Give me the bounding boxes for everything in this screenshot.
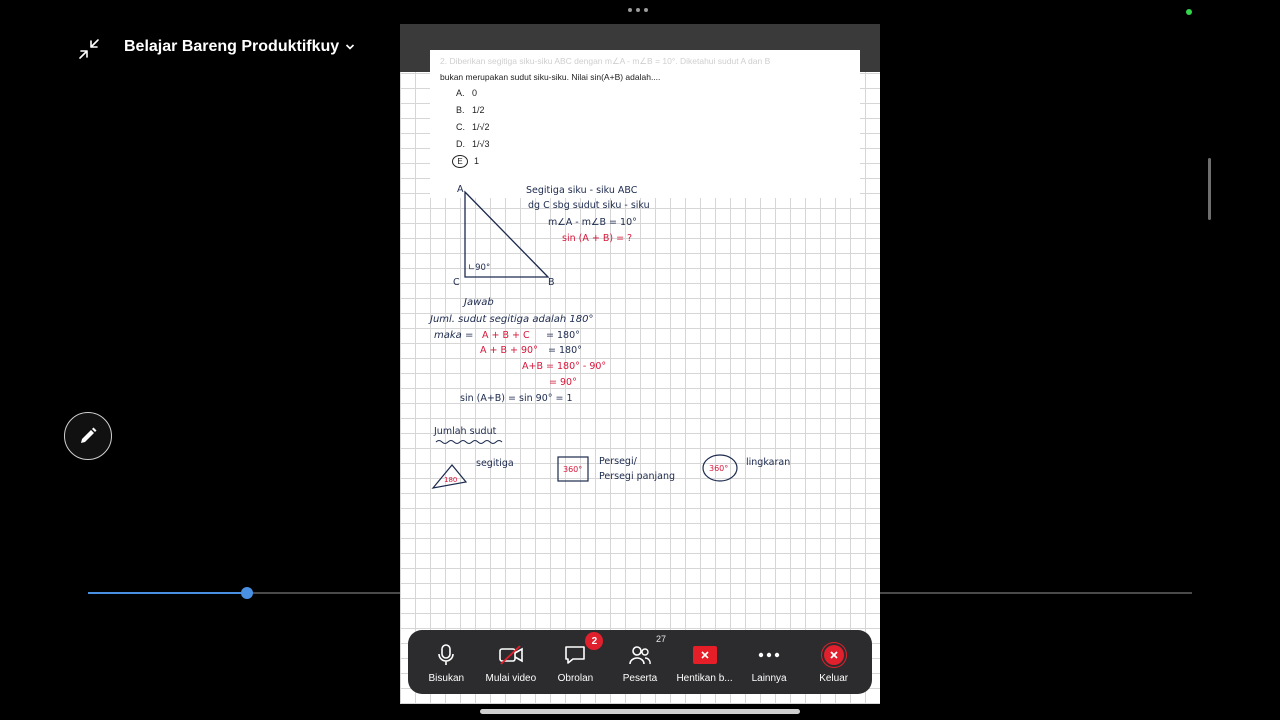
bottom-scroll-indicator[interactable] — [480, 709, 800, 714]
triangle-label: segitiga — [476, 458, 514, 469]
solution-line-4: A+B = 180° - 90° — [522, 361, 606, 372]
given-line-2: dg C sbg sudut siku - siku — [528, 200, 650, 211]
right-angle-label: ∟90° — [468, 263, 490, 273]
vertex-b-label: B — [548, 277, 555, 288]
start-video-button[interactable]: Mulai video — [480, 630, 542, 684]
solution-line-3-suffix: = 180° — [548, 345, 582, 356]
circle-value: 360° — [709, 464, 728, 473]
mute-button[interactable]: Bisukan — [415, 630, 477, 684]
square-value: 360° — [563, 465, 582, 474]
stop-share-button[interactable]: Hentikan b... — [674, 630, 736, 684]
solution-line-6: sin (A+B) = sin 90° = 1 — [460, 393, 573, 404]
circle-label: lingkaran — [746, 457, 790, 468]
square-label-1: Persegi/ — [599, 456, 638, 467]
asked-line: sin (A + B) = ? — [562, 233, 632, 244]
meeting-title: Belajar Bareng Produktifkuy — [124, 38, 340, 55]
leave-icon — [820, 642, 848, 668]
solution-line-3-red: A + B + 90° — [480, 345, 538, 356]
progress-fill — [88, 592, 247, 594]
chat-icon: 2 — [561, 632, 604, 668]
leave-label: Keluar — [819, 673, 849, 684]
video-off-icon — [497, 642, 525, 668]
chat-unread-badge: 2 — [585, 632, 604, 650]
participant-count: 27 — [655, 634, 666, 644]
chat-button[interactable]: 2 Obrolan — [544, 630, 606, 684]
sum-title-underline — [435, 440, 503, 444]
solution-line-2-prefix: maka = — [434, 330, 473, 341]
more-button[interactable]: Lainnya — [738, 630, 800, 684]
answer-title: Jawab — [462, 297, 494, 308]
given-line-3: m∠A - m∠B = 10° — [548, 217, 637, 228]
participants-label: Peserta — [622, 673, 658, 684]
participants-button[interactable]: 27 Peserta — [609, 630, 671, 684]
pencil-icon — [81, 427, 97, 443]
stop-share-label: Hentikan b... — [676, 673, 733, 684]
stop-share-icon — [691, 642, 719, 668]
chevron-down-icon — [346, 44, 355, 50]
vertex-a-label: A — [457, 184, 464, 195]
handwritten-solution: A B C ∟90° Segitiga siku - siku ABC dg C… — [428, 184, 790, 489]
meeting-toolbar: Bisukan Mulai video 2 Obrolan 27 Peserta… — [408, 630, 872, 694]
more-label: Lainnya — [751, 673, 787, 684]
given-line-1: Segitiga siku - siku ABC — [526, 185, 638, 196]
leave-button[interactable]: Keluar — [803, 630, 865, 684]
sum-title: Jumlah sudut — [433, 426, 497, 437]
solution-line-1: Juml. sudut segitiga adalah 180° — [428, 314, 593, 325]
triangle-value: 180 — [444, 476, 457, 484]
square-label-2: Persegi panjang — [599, 471, 675, 482]
progress-knob[interactable] — [240, 587, 253, 599]
shared-screen-document: 2. Diberikan segitiga siku-siku ABC deng… — [400, 24, 880, 704]
meeting-title-dropdown[interactable]: Belajar Bareng Produktifkuy — [124, 38, 355, 56]
participants-icon: 27 — [626, 634, 666, 668]
more-icon — [755, 642, 783, 668]
annotate-button[interactable] — [64, 412, 112, 460]
window-options-dots[interactable] — [628, 8, 648, 12]
vertex-c-label: C — [453, 277, 460, 288]
solution-line-2-red: A + B + C — [482, 330, 530, 341]
microphone-icon — [432, 642, 460, 668]
mute-label: Bisukan — [428, 673, 465, 684]
side-scrollbar[interactable] — [1208, 158, 1211, 220]
camera-indicator-dot — [1186, 9, 1192, 15]
solution-line-2-suffix: = 180° — [546, 330, 580, 341]
minimize-arrows-icon[interactable] — [76, 36, 102, 62]
chat-label: Obrolan — [557, 673, 594, 684]
start-video-label: Mulai video — [485, 673, 537, 684]
solution-line-5: = 90° — [549, 377, 577, 388]
